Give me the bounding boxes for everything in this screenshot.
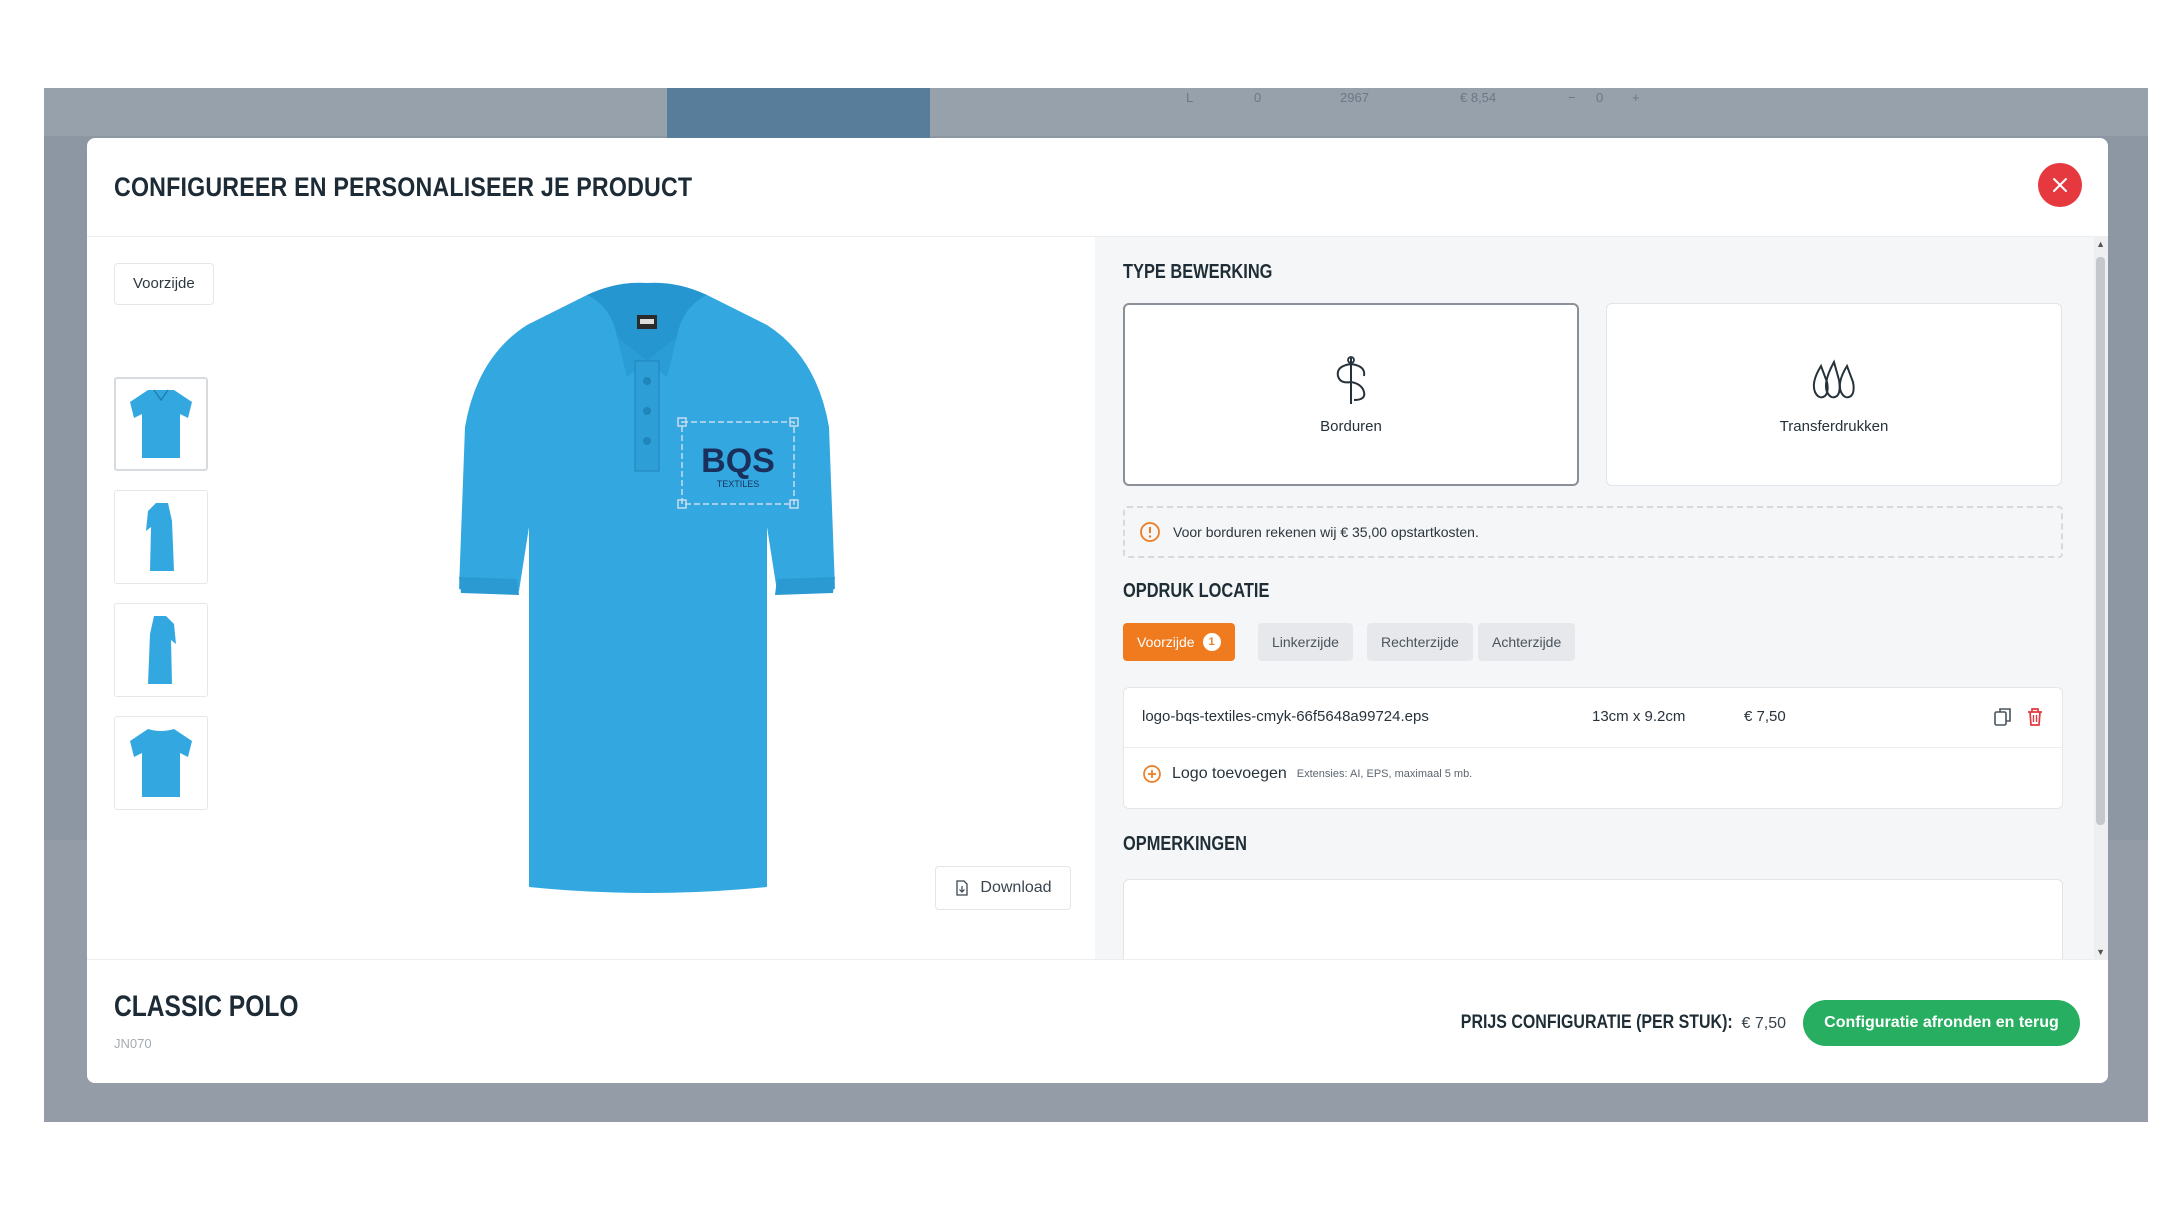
- file-name: logo-bqs-textiles-cmyk-66f5648a99724.eps: [1142, 708, 1429, 725]
- scrollbar-thumb[interactable]: [2096, 257, 2105, 825]
- thumbnail-left-side[interactable]: [114, 490, 208, 584]
- background-highlight: [667, 88, 930, 138]
- price-value: € 7,50: [1741, 1015, 1786, 1032]
- add-circle-icon: [1143, 765, 1161, 783]
- price-label: PRIJS CONFIGURATIE (PER STUK):: [1460, 1012, 1733, 1033]
- type-card-transferdrukken[interactable]: Transferdrukken: [1606, 303, 2062, 486]
- copy-icon[interactable]: [1992, 706, 2014, 728]
- tab-voorzijde[interactable]: Voorzijde 1: [1123, 623, 1235, 661]
- scroll-up-arrow[interactable]: ▲: [2096, 239, 2105, 249]
- notice-text: Voor borduren rekenen wij € 35,00 opstar…: [1173, 524, 1479, 540]
- logo-file-box: logo-bqs-textiles-cmyk-66f5648a99724.eps…: [1123, 687, 2063, 809]
- preview-side-label: Voorzijde: [114, 263, 214, 305]
- add-logo-button[interactable]: Logo toevoegen Extensies: AI, EPS, maxim…: [1142, 764, 1472, 784]
- info-icon: [1140, 522, 1160, 542]
- download-label: Download: [980, 879, 1052, 896]
- tab-linkerzijde-label: Linkerzijde: [1272, 634, 1339, 650]
- type-card-borduren[interactable]: Borduren: [1123, 303, 1579, 486]
- add-logo-hint: Extensies: AI, EPS, maximaal 5 mb.: [1296, 768, 1473, 780]
- preview-panel: Voorzijde BQS TEXTILES Download: [87, 237, 1095, 959]
- scrollbar[interactable]: ▲ ▼: [2094, 237, 2108, 959]
- background-cell-amount: 0: [1596, 90, 1604, 105]
- polo-left-side-thumbnail-icon: [146, 503, 174, 571]
- type-section-title: TYPE BEWERKING: [1123, 261, 1273, 283]
- background-cell-minus: −: [1568, 90, 1576, 105]
- modal-title: CONFIGUREER EN PERSONALISEER JE PRODUCT: [114, 172, 693, 202]
- modal-header: CONFIGUREER EN PERSONALISEER JE PRODUCT: [87, 138, 2108, 237]
- trash-icon[interactable]: [2024, 706, 2046, 728]
- download-button[interactable]: Download: [935, 866, 1071, 910]
- file-price: € 7,50: [1744, 708, 1786, 725]
- background-cell-price: € 8,54: [1460, 90, 1497, 105]
- document-icon: [956, 880, 969, 896]
- thumbnail-front[interactable]: [114, 377, 208, 471]
- background-table-row: [44, 88, 2148, 136]
- background-cell-qty: 0: [1254, 90, 1262, 105]
- embroidery-icon: [1336, 356, 1366, 404]
- product-code: JN070: [114, 1036, 152, 1051]
- background-cell-size: L: [1186, 90, 1194, 105]
- tab-rechterzijde[interactable]: Rechterzijde: [1367, 623, 1473, 661]
- modal-footer: CLASSIC POLO JN070 PRIJS CONFIGURATIE (P…: [87, 959, 2108, 1083]
- setup-cost-notice: Voor borduren rekenen wij € 35,00 opstar…: [1123, 506, 2063, 558]
- finish-configuration-button[interactable]: Configuratie afronden en terug: [1803, 1000, 2080, 1046]
- configurator-modal: CONFIGUREER EN PERSONALISEER JE PRODUCT …: [87, 138, 2108, 1083]
- background-cell-stock: 2967: [1340, 90, 1369, 105]
- location-section-title: OPDRUK LOCATIE: [1123, 580, 1270, 602]
- logo-print-subtext: TEXTILES: [717, 479, 760, 489]
- remarks-section-title: OPMERKINGEN: [1123, 833, 1247, 855]
- polo-right-side-thumbnail-icon: [148, 616, 176, 684]
- scroll-down-arrow[interactable]: ▼: [2096, 947, 2105, 957]
- file-dimensions: 13cm x 9.2cm: [1592, 708, 1686, 725]
- uploaded-file-row: logo-bqs-textiles-cmyk-66f5648a99724.eps…: [1124, 688, 2062, 748]
- polo-shirt-preview: BQS TEXTILES: [459, 282, 835, 893]
- thumbnail-right-side[interactable]: [114, 603, 208, 697]
- tab-voorzijde-badge: 1: [1202, 633, 1221, 651]
- product-name: CLASSIC POLO: [114, 990, 299, 1023]
- transfer-print-icon: [1812, 359, 1855, 399]
- close-button[interactable]: [2038, 163, 2082, 207]
- close-icon: [2053, 178, 2067, 192]
- tab-achterzijde[interactable]: Achterzijde: [1478, 623, 1576, 661]
- configuration-price: PRIJS CONFIGURATIE (PER STUK): € 7,50: [1409, 1012, 1786, 1034]
- tab-linkerzijde[interactable]: Linkerzijde: [1258, 623, 1353, 661]
- polo-back-thumbnail-icon: [130, 729, 192, 797]
- polo-front-thumbnail-icon: [130, 389, 192, 458]
- logo-print-text: BQS: [701, 442, 775, 480]
- tab-voorzijde-label: Voorzijde: [1137, 634, 1195, 650]
- tab-rechterzijde-label: Rechterzijde: [1381, 634, 1459, 650]
- add-logo-label: Logo toevoegen: [1172, 765, 1287, 782]
- type-label-borduren: Borduren: [1320, 418, 1382, 435]
- tab-achterzijde-label: Achterzijde: [1492, 634, 1562, 650]
- thumbnail-back[interactable]: [114, 716, 208, 810]
- remarks-textarea[interactable]: [1123, 879, 2063, 959]
- configuration-panel: TYPE BEWERKING Borduren Transferdrukken …: [1095, 237, 2108, 959]
- type-label-transferdrukken: Transferdrukken: [1779, 418, 1889, 435]
- background-cell-plus: +: [1632, 90, 1640, 105]
